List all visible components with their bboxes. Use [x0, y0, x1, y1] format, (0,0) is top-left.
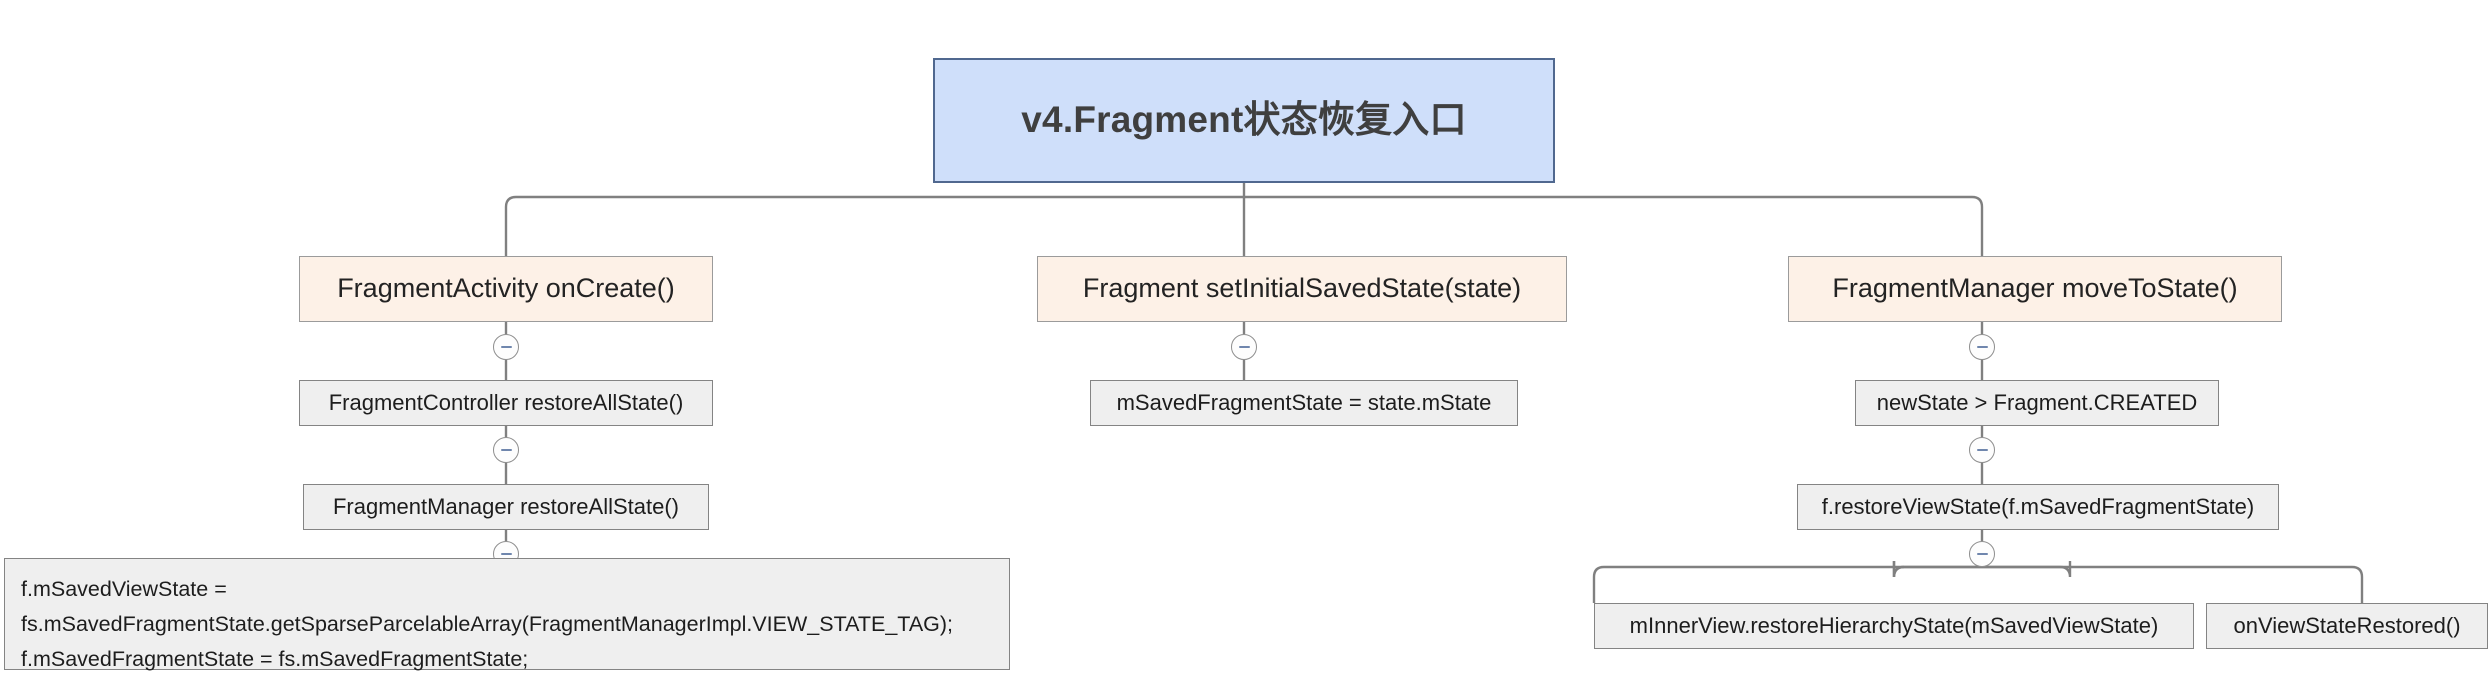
branch-node-fragmentactivity-oncreate[interactable]: FragmentActivity onCreate()	[299, 256, 713, 322]
branch-node-fragmentmanager-movetostate[interactable]: FragmentManager moveToState()	[1788, 256, 2282, 322]
step-node-onviewstaterestored[interactable]: onViewStateRestored()	[2206, 603, 2488, 649]
step-node-restoreviewstate[interactable]: f.restoreViewState(f.mSavedFragmentState…	[1797, 484, 2279, 530]
minus-icon	[500, 552, 512, 556]
collapse-toggle-fragmentcontroller-restoreallstate[interactable]	[493, 437, 519, 463]
step-node-newstate-gt-created[interactable]: newState > Fragment.CREATED	[1855, 380, 2219, 426]
minus-icon	[1976, 345, 1988, 349]
branch-node-fragment-setinitialsavedstate[interactable]: Fragment setInitialSavedState(state)	[1037, 256, 1567, 322]
minus-icon	[500, 448, 512, 452]
code-line: f.mSavedFragmentState = fs.mSavedFragmen…	[21, 646, 529, 671]
code-line: fs.mSavedFragmentState.getSparseParcelab…	[21, 611, 954, 636]
minus-icon	[1238, 345, 1250, 349]
collapse-toggle-fragmentactivity-oncreate[interactable]	[493, 334, 519, 360]
step-node-minnerview-restorehierarchystate[interactable]: mInnerView.restoreHierarchyState(mSavedV…	[1594, 603, 2194, 649]
step-node-fragmentmanager-restoreallstate[interactable]: FragmentManager restoreAllState()	[303, 484, 709, 530]
collapse-toggle-fragment-setinitialsavedstate[interactable]	[1231, 334, 1257, 360]
diagram-canvas: v4.Fragment状态恢复入口 FragmentActivity onCre…	[0, 0, 2492, 696]
collapse-toggle-newstate-gt-created[interactable]	[1969, 437, 1995, 463]
collapse-toggle-fragmentmanager-movetostate[interactable]	[1969, 334, 1995, 360]
code-block-saved-view-state[interactable]: f.mSavedViewState = fs.mSavedFragmentSta…	[4, 558, 1010, 671]
root-node[interactable]: v4.Fragment状态恢复入口	[933, 58, 1555, 183]
code-line: f.mSavedViewState =	[21, 577, 227, 601]
collapse-toggle-restoreviewstate[interactable]	[1969, 541, 1995, 567]
step-node-msavedfragmentstate-assign[interactable]: mSavedFragmentState = state.mState	[1090, 380, 1518, 426]
minus-icon	[1976, 552, 1988, 556]
minus-icon	[500, 345, 512, 349]
step-node-fragmentcontroller-restoreallstate[interactable]: FragmentController restoreAllState()	[299, 380, 713, 426]
minus-icon	[1976, 448, 1988, 452]
